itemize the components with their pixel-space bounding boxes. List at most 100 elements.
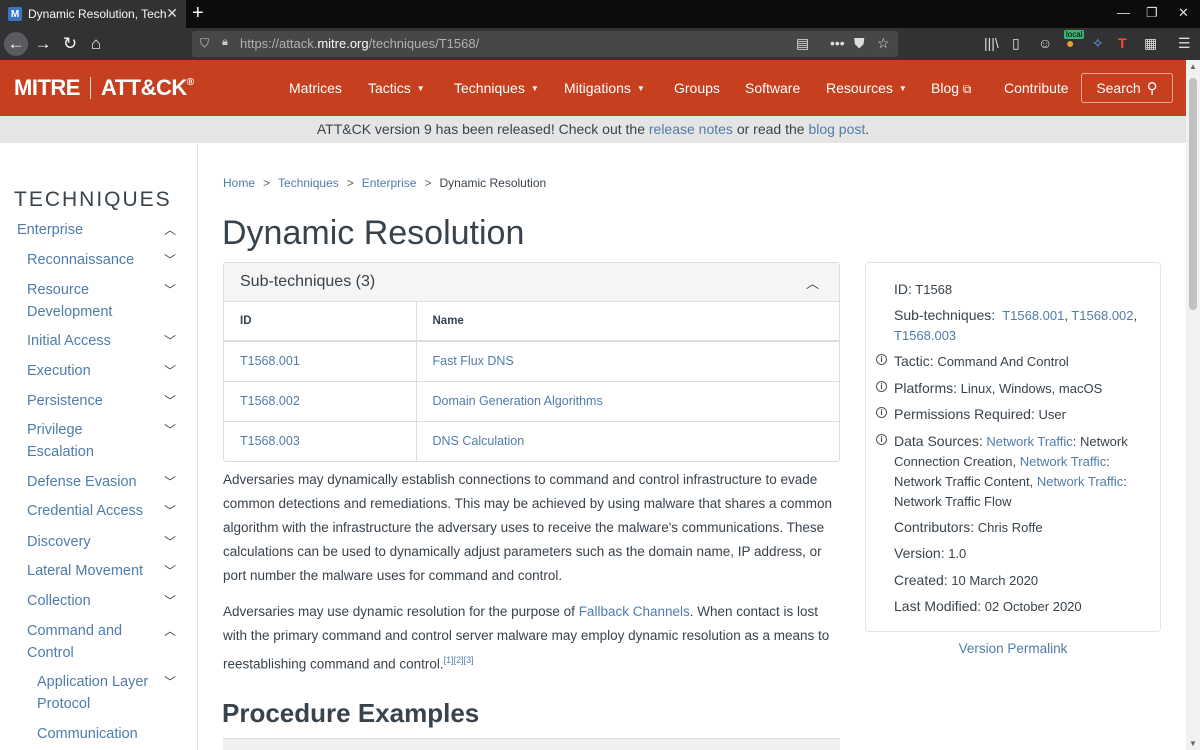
page-actions-icon[interactable]: •••: [830, 35, 845, 51]
chevron-up-icon[interactable]: ︿: [806, 273, 819, 292]
release-notes-link[interactable]: release notes: [649, 121, 733, 137]
minimize-window-icon[interactable]: —: [1117, 5, 1130, 20]
reference-links[interactable]: [1][2][3]: [444, 655, 474, 665]
t-extension-icon[interactable]: T: [1118, 35, 1127, 51]
subtechnique-name-link[interactable]: DNS Calculation: [433, 434, 525, 448]
search-button[interactable]: Search ⚲: [1081, 73, 1173, 103]
sidebar-item-defense-evasion[interactable]: Defense Evasion ﹀: [0, 471, 190, 493]
chevron-down-icon[interactable]: ﹀: [164, 249, 176, 271]
hamburger-menu-icon[interactable]: ☰: [1178, 35, 1191, 52]
sidebar-item-collection[interactable]: Collection ﹀: [0, 590, 190, 612]
blog-post-link[interactable]: blog post: [808, 121, 865, 137]
fallback-channels-link[interactable]: Fallback Channels: [579, 604, 690, 619]
card-subtech-link[interactable]: T1568.003: [894, 328, 956, 343]
nav-blog[interactable]: Blog ⧉: [931, 80, 972, 97]
version-permalink-link[interactable]: Version Permalink: [865, 641, 1161, 656]
sidebar-item-discovery[interactable]: Discovery ﹀: [0, 531, 190, 553]
subtechnique-id-link[interactable]: T1568.002: [240, 394, 300, 408]
site-header: MITRE ATT&CK® Matrices Tactics ▼ Technique…: [0, 60, 1186, 116]
close-window-icon[interactable]: ✕: [1178, 5, 1189, 21]
scrollbar-thumb[interactable]: [1189, 78, 1197, 310]
restore-window-icon[interactable]: ❐: [1146, 5, 1158, 21]
chevron-down-icon[interactable]: ﹀: [164, 330, 176, 352]
bookmark-star-icon[interactable]: ☆: [877, 35, 890, 52]
network-traffic-link[interactable]: Network Traffic: [986, 434, 1072, 449]
page-scrollbar[interactable]: ▲ ▼: [1186, 60, 1200, 750]
tracking-shield-icon[interactable]: ⛉: [200, 36, 209, 51]
sidebar-item-execution[interactable]: Execution ﹀: [0, 360, 190, 382]
attack-logo[interactable]: MITRE ATT&CK®: [14, 75, 194, 101]
reload-icon[interactable]: ↻: [58, 32, 82, 56]
forward-arrow-icon[interactable]: →: [31, 32, 55, 56]
sidebar-item-lateral-movement[interactable]: Lateral Movement ﹀: [0, 560, 190, 582]
sidebar-item-application-layer-protocol[interactable]: Application Layer Protocol ﹀: [0, 671, 190, 715]
breadcrumb-home[interactable]: Home: [223, 176, 255, 190]
card-id: ID: T1568: [894, 281, 953, 297]
chevron-up-icon[interactable]: ︿: [164, 620, 176, 642]
translate-extension-icon[interactable]: ✧: [1092, 35, 1104, 52]
chevron-down-icon[interactable]: ﹀: [164, 471, 176, 493]
chevron-down-icon[interactable]: ﹀: [164, 590, 176, 612]
browser-tab[interactable]: M Dynamic Resolution, Technique ✕: [0, 0, 186, 28]
subtechnique-id-link[interactable]: T1568.003: [240, 434, 300, 448]
info-icon[interactable]: i: [876, 407, 887, 418]
account-icon[interactable]: ☺: [1038, 35, 1052, 51]
table-row: T1568.003 DNS Calculation: [224, 421, 839, 461]
breadcrumb-techniques[interactable]: Techniques: [278, 176, 339, 190]
nav-matrices[interactable]: Matrices: [289, 80, 342, 96]
card-subtech-link[interactable]: T1568.001: [1002, 308, 1064, 323]
chevron-down-icon[interactable]: ﹀: [164, 671, 176, 693]
chevron-down-icon[interactable]: ﹀: [164, 531, 176, 553]
library-icon[interactable]: |||\: [984, 35, 999, 51]
sidebar-item-enterprise[interactable]: Enterprise ︿: [0, 219, 190, 241]
network-traffic-link[interactable]: Network Traffic: [1037, 474, 1123, 489]
chevron-down-icon[interactable]: ﹀: [164, 360, 176, 382]
sidebar-item-reconnaissance[interactable]: Reconnaissance ﹀: [0, 249, 190, 271]
scroll-up-arrow-icon[interactable]: ▲: [1189, 62, 1197, 71]
close-tab-icon[interactable]: ✕: [166, 5, 178, 22]
chevron-down-icon[interactable]: ﹀: [164, 560, 176, 582]
sidebar-item-command-and-control[interactable]: Command and Control ︿: [0, 620, 190, 664]
pocket-icon[interactable]: ⛊: [854, 35, 865, 52]
subtechnique-name-link[interactable]: Domain Generation Algorithms: [433, 394, 603, 408]
sidebar-item-credential-access[interactable]: Credential Access ﹀: [0, 500, 190, 522]
lock-icon[interactable]: 🔒︎: [222, 36, 228, 49]
home-icon[interactable]: ⌂: [84, 32, 108, 56]
chevron-down-icon[interactable]: ﹀: [164, 419, 176, 441]
sidebar-item-persistence[interactable]: Persistence ﹀: [0, 390, 190, 412]
techniques-sidebar: TECHNIQUES Enterprise ︿ Reconnaissance ﹀…: [0, 143, 198, 750]
nav-tactics[interactable]: Tactics ▼: [368, 80, 425, 96]
subtechniques-header[interactable]: Sub-techniques (3) ︿: [224, 263, 839, 302]
url-bar[interactable]: ⛉ 🔒︎ https://attack.mitre.org/techniques…: [192, 31, 898, 57]
chevron-down-icon[interactable]: ﹀: [164, 279, 176, 301]
nav-techniques[interactable]: Techniques ▼: [454, 80, 539, 96]
reader-view-icon[interactable]: ▤: [796, 35, 809, 52]
nav-groups[interactable]: Groups: [674, 80, 720, 96]
nav-resources[interactable]: Resources ▼: [826, 80, 907, 96]
subtechnique-id-link[interactable]: T1568.001: [240, 354, 300, 368]
url-text[interactable]: https://attack.mitre.org/techniques/T156…: [240, 36, 479, 51]
nav-software[interactable]: Software: [745, 80, 800, 96]
extensions-grid-icon[interactable]: ▦: [1144, 35, 1157, 52]
card-subtech-link[interactable]: T1568.002: [1071, 308, 1133, 323]
sidebar-item-resource-development[interactable]: Resource Development ﹀: [0, 279, 190, 323]
back-arrow-icon[interactable]: ←: [4, 32, 28, 56]
breadcrumb-enterprise[interactable]: Enterprise: [362, 176, 417, 190]
sidebar-toggle-icon[interactable]: ▯: [1012, 35, 1020, 52]
chevron-up-icon[interactable]: ︿: [164, 219, 176, 241]
sidebar-item-communication[interactable]: Communication: [0, 723, 190, 745]
info-icon[interactable]: i: [876, 381, 887, 392]
scroll-down-arrow-icon[interactable]: ▼: [1189, 739, 1197, 748]
extension-icon[interactable]: ●: [1066, 35, 1074, 51]
sidebar-item-initial-access[interactable]: Initial Access ﹀: [0, 330, 190, 352]
info-icon[interactable]: i: [876, 434, 887, 445]
new-tab-icon[interactable]: +: [192, 3, 204, 23]
subtechnique-name-link[interactable]: Fast Flux DNS: [433, 354, 514, 368]
chevron-down-icon[interactable]: ﹀: [164, 390, 176, 412]
nav-contribute[interactable]: Contribute: [1004, 80, 1069, 96]
chevron-down-icon[interactable]: ﹀: [164, 500, 176, 522]
sidebar-item-privilege-escalation[interactable]: Privilege Escalation ﹀: [0, 419, 190, 463]
nav-mitigations[interactable]: Mitigations ▼: [564, 80, 645, 96]
network-traffic-link[interactable]: Network Traffic: [1020, 454, 1106, 469]
info-icon[interactable]: i: [876, 354, 887, 365]
